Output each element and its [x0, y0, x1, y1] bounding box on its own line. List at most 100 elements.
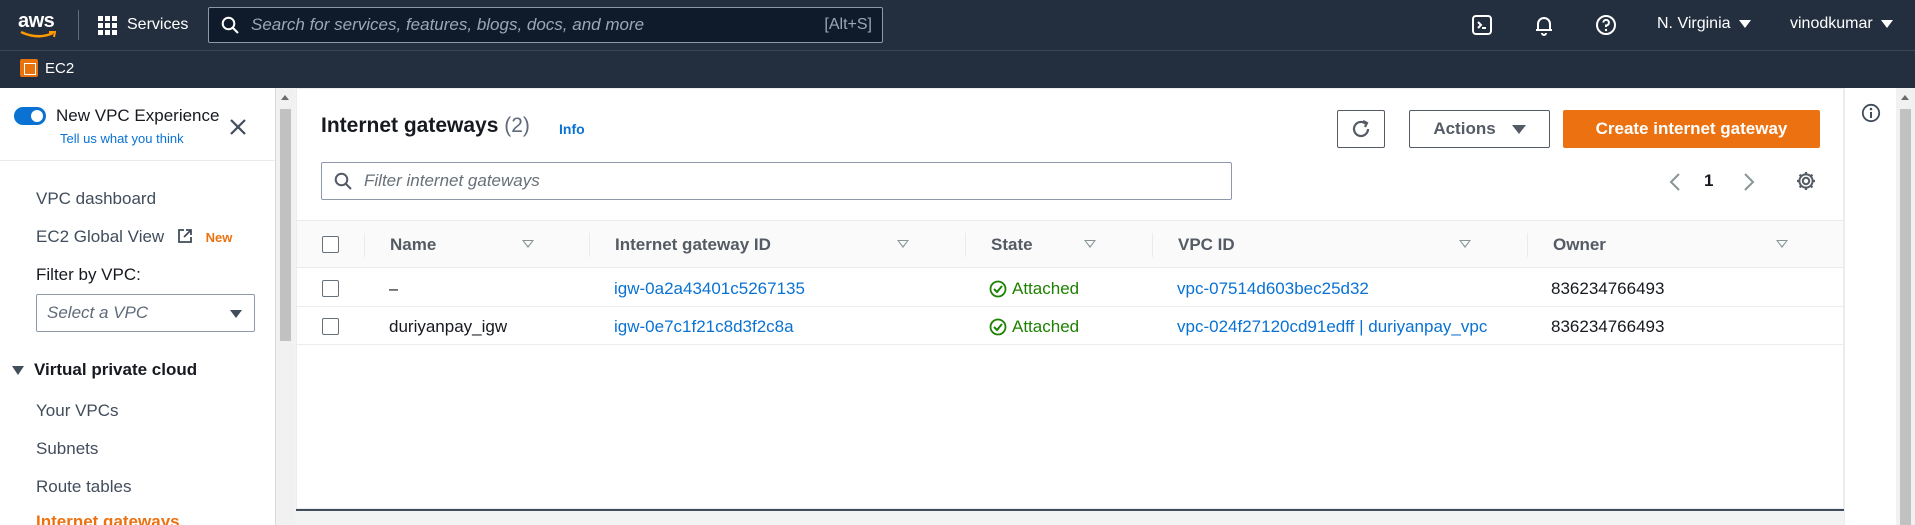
sort-icon[interactable] [522, 240, 534, 248]
create-internet-gateway-button[interactable]: Create internet gateway [1563, 110, 1820, 148]
column-separator [589, 233, 590, 257]
gear-icon[interactable] [1795, 170, 1817, 192]
sidebar-item-vpc-dashboard[interactable]: VPC dashboard [36, 189, 156, 209]
row-checkbox[interactable] [322, 280, 339, 297]
column-state[interactable]: State [991, 235, 1033, 255]
gateway-state: Attached [989, 317, 1079, 337]
page-scrollbar[interactable] [1896, 88, 1915, 525]
state-label: Attached [1012, 317, 1080, 336]
refresh-button[interactable] [1337, 110, 1385, 148]
vpc-id-link[interactable]: vpc-07514d603bec25d32 [1177, 279, 1369, 299]
vpc-select-placeholder: Select a VPC [47, 303, 149, 322]
sidebar-item-ec2-global-view[interactable]: EC2 Global View New [36, 227, 232, 247]
sidebar-item-your-vpcs[interactable]: Your VPCs [36, 401, 119, 421]
chevron-left-icon[interactable] [1669, 173, 1681, 191]
services-menu-button[interactable]: Services [98, 13, 188, 37]
actions-button[interactable]: Actions [1409, 110, 1550, 148]
main-content: Internet gateways (2) Info Actions Creat… [296, 88, 1844, 525]
sidebar-item-internet-gateways[interactable]: Internet gateways [36, 512, 180, 525]
search-input[interactable] [251, 15, 791, 35]
cloudshell-icon[interactable] [1470, 13, 1494, 37]
gateway-id-link[interactable]: igw-0e7c1f21c8d3f2c8a [614, 317, 794, 337]
region-selector[interactable]: N. Virginia [1657, 15, 1751, 33]
gateway-id-link[interactable]: igw-0a2a43401c5267135 [614, 279, 805, 299]
owner-id: 836234766493 [1551, 279, 1665, 298]
refresh-icon [1352, 120, 1370, 138]
column-owner[interactable]: Owner [1553, 235, 1606, 255]
side-navigation: New VPC Experience Tell us what you thin… [0, 88, 276, 525]
table-header: Name Internet gateway ID State VPC ID Ow… [297, 220, 1843, 268]
services-label: Services [127, 16, 189, 33]
vpc-id-link[interactable]: vpc-024f27120cd91edff | duriyanpay_vpc [1177, 317, 1487, 337]
new-badge: New [205, 230, 233, 245]
account-menu[interactable]: vinodkumar [1790, 15, 1893, 33]
scroll-up-arrow[interactable] [281, 95, 289, 100]
service-bar: EC2 [0, 50, 1915, 88]
sidebar-divider [0, 160, 275, 161]
sort-icon[interactable] [1459, 240, 1471, 248]
page-title: Internet gateways (2) [321, 114, 530, 138]
expand-icon [12, 365, 24, 375]
column-internet-gateway-id[interactable]: Internet gateway ID [615, 235, 771, 255]
caret-down-icon [1511, 124, 1526, 134]
filter-by-vpc-label: Filter by VPC: [36, 265, 141, 284]
actions-label: Actions [1433, 119, 1496, 138]
panel-bottom-border [296, 509, 1844, 511]
table-row[interactable]: – igw-0a2a43401c5267135 Attached vpc-075… [297, 270, 1843, 307]
close-icon[interactable] [228, 117, 248, 137]
filter-bar[interactable] [321, 162, 1232, 200]
sort-icon[interactable] [1776, 240, 1788, 248]
info-icon[interactable] [1861, 103, 1881, 123]
sidebar-scroll-thumb[interactable] [280, 109, 291, 341]
bell-icon[interactable] [1532, 13, 1556, 37]
help-icon[interactable] [1594, 13, 1618, 37]
column-vpc-id[interactable]: VPC ID [1178, 235, 1235, 255]
column-separator [364, 233, 365, 257]
search-shortcut: [Alt+S] [824, 16, 872, 33]
column-name[interactable]: Name [390, 235, 436, 255]
search-icon [221, 16, 239, 34]
chevron-down-icon [1738, 20, 1751, 28]
sidebar-item-subnets[interactable]: Subnets [36, 439, 98, 459]
search-icon [334, 172, 352, 190]
virtual-private-cloud-section[interactable]: Virtual private cloud [12, 360, 197, 380]
column-separator [1527, 233, 1528, 257]
sidebar-item-label: EC2 Global View [36, 227, 165, 246]
aws-logo[interactable]: aws [18, 10, 62, 42]
scroll-up-arrow[interactable] [1901, 95, 1909, 100]
owner-id: 836234766493 [1551, 317, 1665, 336]
sidebar-scrollbar[interactable] [276, 88, 295, 525]
column-separator [1152, 233, 1153, 257]
username-label: vinodkumar [1790, 15, 1873, 32]
sort-icon[interactable] [897, 240, 909, 248]
sidebar-item-route-tables[interactable]: Route tables [36, 477, 131, 497]
row-checkbox[interactable] [322, 318, 339, 335]
ec2-label: EC2 [45, 59, 75, 77]
create-label: Create internet gateway [1595, 119, 1788, 138]
aws-logo-text: aws [18, 10, 55, 32]
info-link[interactable]: Info [559, 121, 585, 137]
global-search[interactable]: [Alt+S] [208, 7, 883, 43]
state-label: Attached [1012, 279, 1080, 298]
gateway-state: Attached [989, 279, 1079, 299]
select-all-checkbox[interactable] [322, 236, 339, 253]
title-text: Internet gateways [321, 114, 499, 137]
table-row[interactable]: duriyanpay_igw igw-0e7c1f21c8d3f2c8a Att… [297, 308, 1843, 345]
filter-input[interactable] [364, 171, 1224, 191]
new-vpc-toggle[interactable] [14, 107, 46, 125]
chevron-right-icon[interactable] [1743, 173, 1755, 191]
nav-divider [78, 10, 79, 40]
internet-gateways-panel: Internet gateways (2) Info Actions Creat… [296, 88, 1844, 509]
toggle-label: New VPC Experience [56, 106, 220, 125]
aws-smile-icon [20, 31, 56, 38]
gateway-name: – [389, 279, 399, 298]
item-count: (2) [504, 114, 530, 137]
region-label: N. Virginia [1657, 15, 1731, 32]
sort-icon[interactable] [1084, 240, 1096, 248]
current-page[interactable]: 1 [1704, 171, 1713, 191]
section-label: Virtual private cloud [34, 360, 198, 379]
ec2-service-link[interactable]: EC2 [20, 59, 74, 77]
page-scroll-thumb[interactable] [1900, 109, 1911, 525]
vpc-filter-select[interactable]: Select a VPC [36, 294, 255, 332]
feedback-link[interactable]: Tell us what you think [60, 131, 184, 146]
